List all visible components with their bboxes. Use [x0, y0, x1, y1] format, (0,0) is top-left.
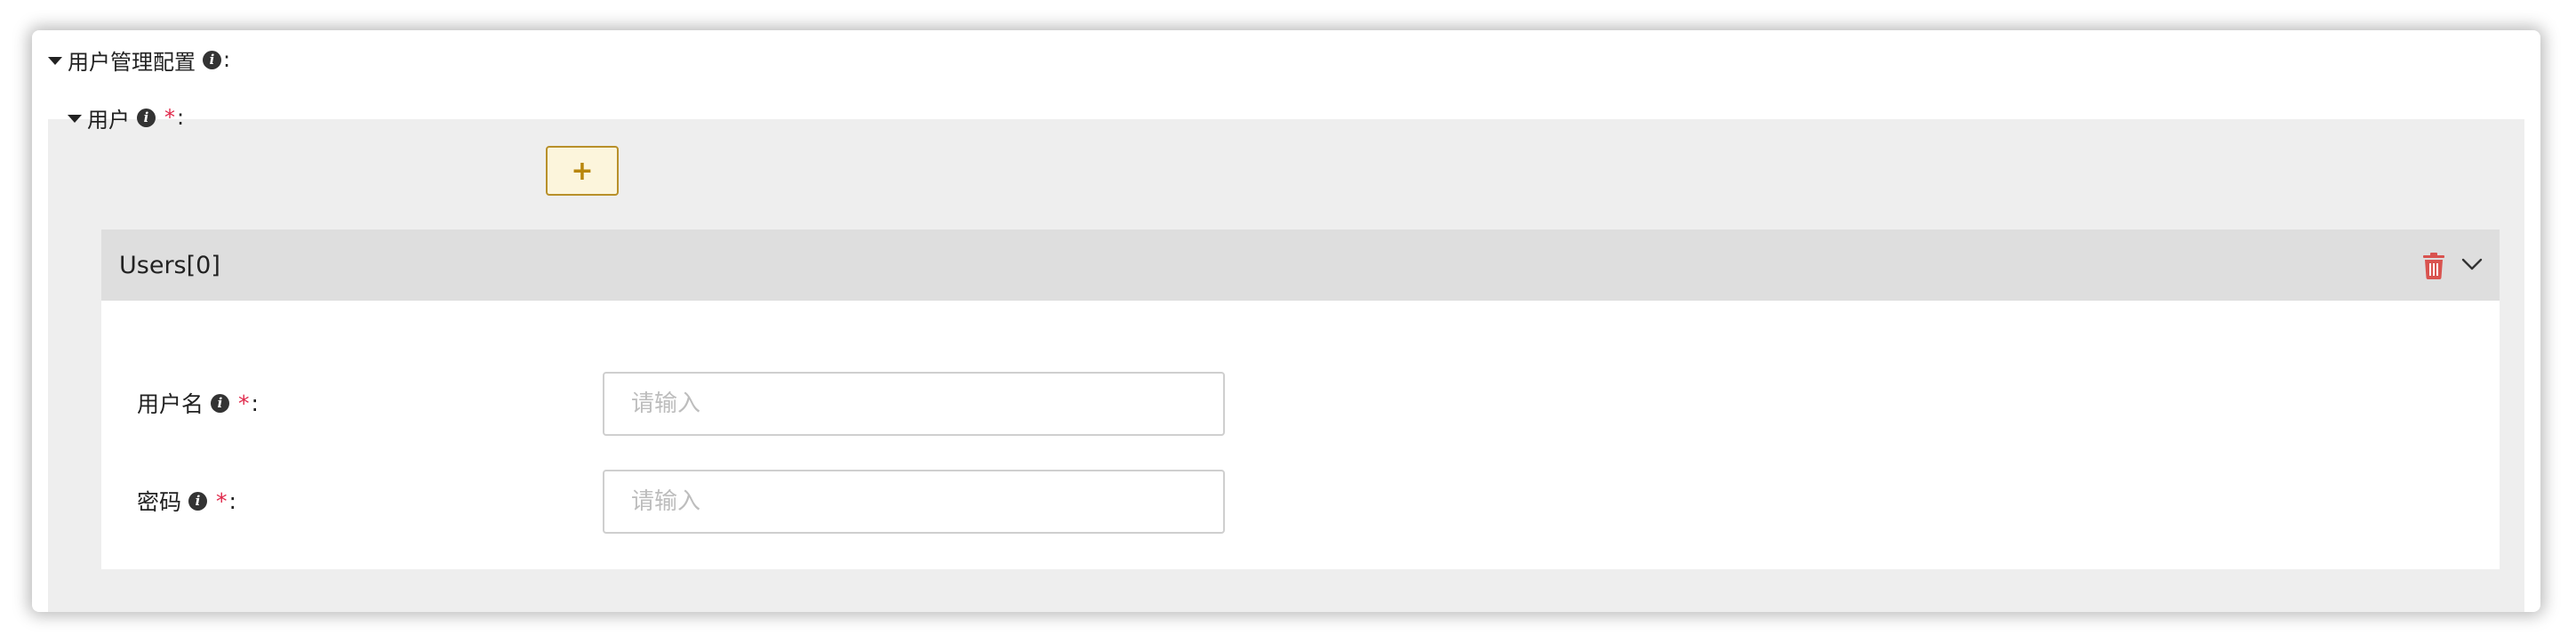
- users-group-colon: :: [177, 105, 185, 130]
- trash-icon[interactable]: [2421, 253, 2446, 279]
- username-input[interactable]: [603, 372, 1225, 436]
- password-label: 密码: [137, 489, 182, 515]
- user-item-header[interactable]: Users[0]: [101, 229, 2500, 301]
- info-icon[interactable]: i: [211, 393, 230, 413]
- users-group-label: 用户: [87, 107, 130, 133]
- caret-down-icon[interactable]: [48, 56, 62, 65]
- required-mark: *: [216, 487, 228, 514]
- password-label-group: 密码 i * :: [137, 470, 236, 532]
- section-title: 用户管理配置: [68, 49, 196, 75]
- info-icon[interactable]: i: [137, 108, 156, 127]
- password-input[interactable]: [603, 470, 1225, 534]
- chevron-down-icon[interactable]: [2460, 253, 2484, 276]
- user-item-panel: Users[0] 用户名 i * : 请输入 密码 i *: 请输入: [101, 229, 2500, 569]
- username-label-group: 用户名 i * :: [137, 372, 259, 434]
- info-icon[interactable]: i: [203, 50, 221, 69]
- add-user-button[interactable]: +: [546, 146, 619, 196]
- username-colon: :: [251, 390, 259, 416]
- section-header-user-management[interactable]: 用户管理配置 i :: [48, 44, 230, 75]
- username-row: 用户名 i * :: [137, 372, 1292, 436]
- section-colon: :: [223, 47, 231, 72]
- username-label: 用户名: [137, 391, 204, 417]
- password-row: 密码 i * :: [137, 470, 1292, 534]
- info-icon[interactable]: i: [188, 491, 208, 511]
- required-mark: *: [238, 390, 250, 416]
- required-mark: *: [164, 105, 175, 130]
- password-colon: :: [228, 487, 236, 514]
- users-group-header[interactable]: 用户 i * :: [68, 101, 184, 133]
- user-item-title: Users[0]: [119, 251, 220, 279]
- plus-icon: +: [571, 155, 594, 187]
- caret-down-icon[interactable]: [68, 114, 82, 123]
- config-card: 用户管理配置 i : 用户 i * : + Users[0] 用户名 i *:…: [32, 30, 2540, 612]
